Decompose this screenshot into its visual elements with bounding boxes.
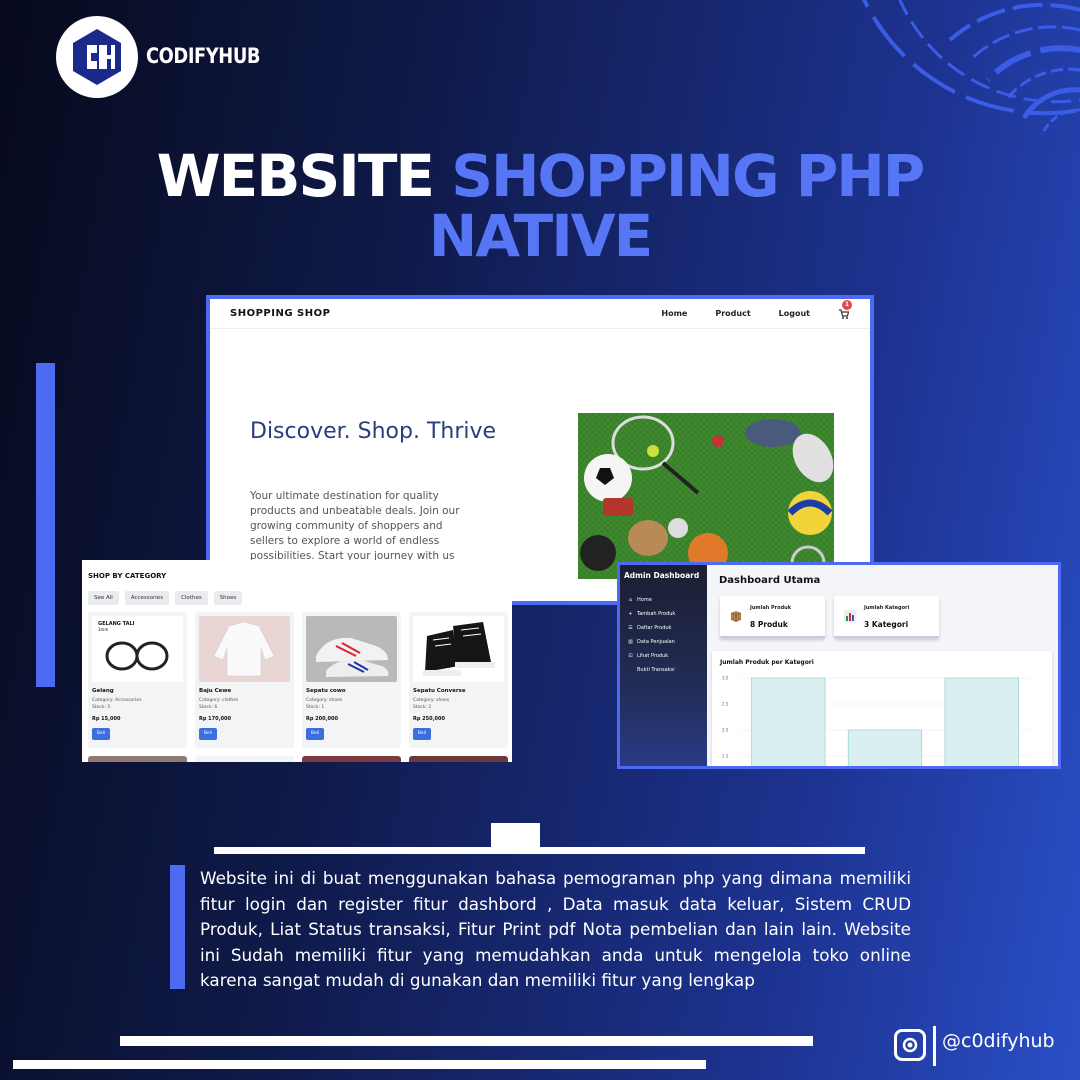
category-filters: See All Accessories Clothes Shoes (88, 591, 243, 605)
box-icon (730, 611, 742, 622)
product-price: Rp 200,000 (306, 716, 338, 722)
sneaker-image (306, 616, 397, 682)
white-jacket-image (199, 616, 290, 682)
divider-line (214, 847, 865, 854)
cart-badge: 1 (842, 299, 852, 310)
home-icon: ⌂ (628, 597, 633, 603)
product-card[interactable] (302, 756, 401, 762)
nav-logout[interactable]: Logout (779, 309, 810, 318)
product-name: Sepatu cowo (306, 688, 346, 694)
buy-button[interactable]: Beli (413, 728, 431, 740)
chart-bar (751, 677, 826, 766)
page-title-line-2: NATIVE (428, 202, 654, 270)
product-name: Baju Cewe (199, 688, 232, 694)
filter-accessories[interactable]: Accessories (124, 591, 170, 605)
product-card[interactable] (195, 756, 294, 762)
converse-image (413, 616, 504, 682)
stat-value: 3 Kategori (864, 620, 909, 629)
product-card[interactable] (88, 756, 187, 762)
product-card[interactable]: Baju Cewe Category: clothes Stock: 6 Rp … (195, 612, 294, 748)
admin-menu-tambah-produk[interactable]: + Tambah Produk (628, 607, 675, 621)
buy-button[interactable]: Beli (92, 728, 110, 740)
admin-menu-data-penjualan[interactable]: ▥ Data Penjualan (628, 635, 675, 649)
product-name: Gelang (92, 688, 114, 694)
nav-product[interactable]: Product (715, 309, 750, 318)
hero-heading: Discover. Shop. Thrive (250, 419, 497, 444)
dashboard-title: Dashboard Utama (719, 575, 821, 586)
chart-bar (847, 729, 923, 766)
filter-see-all[interactable]: See All (88, 591, 119, 605)
bar-chart: 3.0 2.5 2.0 1.5 (722, 676, 1030, 766)
description-text: Website ini di buat menggunakan bahasa p… (200, 868, 911, 990)
y-tick-label: 1.5 (722, 754, 729, 759)
list-icon: ☰ (628, 625, 633, 631)
bar-chart-icon (844, 610, 856, 622)
description-accent-bar (170, 865, 185, 989)
logo-mark-icon (73, 29, 121, 85)
product-price: Rp 170,000 (199, 716, 231, 722)
product-card[interactable]: Sepatu Converse Category: shoes Stock: 2… (409, 612, 508, 748)
buy-button[interactable]: Beli (306, 728, 324, 740)
filter-shoes[interactable]: Shoes (213, 591, 243, 605)
filter-clothes[interactable]: Clothes (175, 591, 208, 605)
codifyhub-logo (56, 16, 138, 98)
bottom-line-2 (13, 1060, 706, 1069)
instagram-icon[interactable] (894, 1029, 926, 1061)
bracelet-image: GELANG TALI 3mm (92, 616, 183, 682)
admin-menu-lihat-produk[interactable]: ⊡ Lihat Produk (628, 649, 675, 663)
product-grid-row-2 (88, 756, 508, 762)
product-name: Sepatu Converse (413, 688, 466, 694)
bottom-line-1 (120, 1036, 813, 1046)
shop-nav-links: Home Product Logout 1 (661, 299, 852, 320)
stat-label: Jumlah Kategori (864, 605, 910, 611)
y-tick-label: 2.0 (722, 728, 729, 733)
admin-menu-daftar-produk[interactable]: ☰ Daftar Produk (628, 621, 675, 635)
social-separator (933, 1026, 936, 1066)
admin-sidebar-title: Admin Dashboard (624, 571, 700, 580)
product-price: Rp 15,000 (92, 716, 121, 722)
chart-icon: ▥ (628, 639, 633, 645)
admin-dashboard-screenshot: Admin Dashboard ⌂ Home + Tambah Produk ☰ Da… (617, 562, 1061, 769)
shop-by-category-screenshot: SHOP BY CATEGORY See All Accessories Clo… (82, 560, 512, 762)
stat-card-kategori: Jumlah Kategori 3 Kategori (834, 596, 939, 638)
stat-label: Jumlah Produk (750, 605, 792, 611)
chart-card: Jumlah Produk per Kategori 3.0 2.5 2.0 1.5 (712, 651, 1052, 766)
plus-icon: + (628, 611, 633, 617)
stat-value: 8 Produk (750, 620, 788, 629)
left-accent-bar (36, 363, 55, 687)
shop-brand: SHOPPING SHOP (230, 308, 331, 319)
admin-menu-home[interactable]: ⌂ Home (628, 593, 675, 607)
product-image-sublabel: 3mm (98, 627, 108, 632)
divider-tab (491, 823, 540, 849)
product-meta: Category: Accessories Stock: 5 (92, 698, 142, 710)
instagram-handle[interactable]: @c0difyhub (942, 1030, 1055, 1052)
brand-name: CODIFYHUB (146, 44, 261, 68)
stat-card-produk: Jumlah Produk 8 Produk (720, 596, 825, 638)
shop-homepage-screenshot: SHOPPING SHOP Home Product Logout 1 Disc… (206, 295, 874, 605)
nav-home[interactable]: Home (661, 309, 687, 318)
product-card[interactable]: Sepatu cowo Category: shoes Stock: 1 Rp … (302, 612, 401, 748)
y-tick-label: 2.5 (722, 702, 729, 707)
chart-bar (944, 677, 1019, 766)
product-card[interactable] (409, 756, 508, 762)
sports-equipment-image (578, 413, 834, 579)
buy-button[interactable]: Beli (199, 728, 217, 740)
cart-icon: ⊡ (628, 653, 633, 659)
hero-text: Your ultimate destination for quality pr… (250, 490, 460, 562)
y-tick-label: 3.0 (722, 676, 729, 681)
category-section-title: SHOP BY CATEGORY (88, 572, 167, 580)
cart-icon[interactable]: 1 (838, 299, 852, 320)
shop-navbar: SHOPPING SHOP Home Product Logout 1 (210, 299, 870, 329)
admin-menu-bukti-transaksi[interactable]: Bukti Transaksi (628, 663, 675, 677)
admin-menu: ⌂ Home + Tambah Produk ☰ Daftar Produk ▥ Dat… (628, 593, 675, 677)
product-price: Rp 250,000 (413, 716, 445, 722)
page-title-line-1: WEBSITE SHOPPING PHP (156, 142, 926, 210)
product-meta: Category: shoes Stock: 1 (306, 698, 343, 710)
product-card[interactable]: GELANG TALI 3mm Gelang Category: Accesso… (88, 612, 187, 748)
product-meta: Category: shoes Stock: 2 (413, 698, 450, 710)
admin-sidebar: Admin Dashboard ⌂ Home + Tambah Produk ☰ Da… (620, 565, 707, 766)
product-meta: Category: clothes Stock: 6 (199, 698, 239, 710)
product-grid: GELANG TALI 3mm Gelang Category: Accesso… (88, 612, 508, 748)
